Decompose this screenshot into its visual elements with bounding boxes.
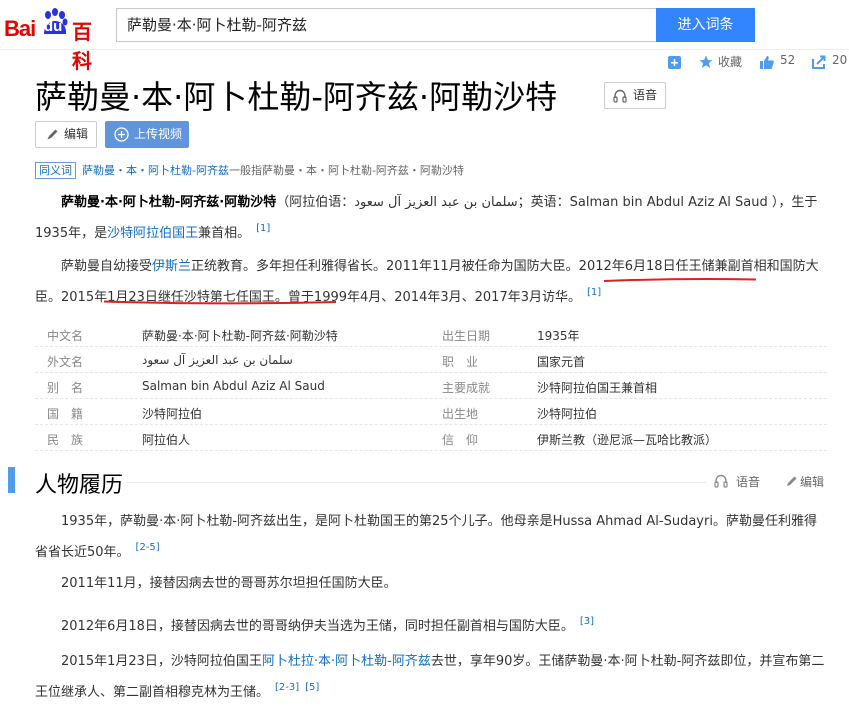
like-count: 52 bbox=[780, 53, 796, 67]
info-value: 1935年 bbox=[537, 329, 580, 343]
synonym-line: 同义词 萨勒曼・本・阿卜杜勒-阿齐兹一般指萨勒曼・本・阿卜杜勒-阿齐兹・阿勒沙特 bbox=[35, 162, 464, 179]
thumbs-up-icon bbox=[760, 56, 774, 69]
star-icon bbox=[699, 55, 713, 68]
voice-label: 语音 bbox=[633, 88, 658, 102]
section-voice-button[interactable]: 语音 bbox=[714, 473, 760, 490]
info-value: 萨勒曼·本·阿卜杜勒-阿齐兹·阿勒沙特 bbox=[142, 329, 338, 343]
page-title: 萨勒曼·本·阿卜杜勒-阿齐兹·阿勒沙特 bbox=[35, 78, 558, 116]
info-value: 国家元首 bbox=[537, 355, 586, 369]
intro-bold-name: 萨勒曼·本·阿卜杜勒-阿齐兹·阿勒沙特 bbox=[61, 195, 277, 210]
logo-text-bai: Bai bbox=[4, 16, 36, 41]
search-button[interactable]: 进入词条 bbox=[656, 8, 755, 42]
history-text: 2015年1月23日，沙特阿拉伯国王 bbox=[61, 654, 262, 669]
search-input[interactable]: 萨勒曼·本·阿卜杜勒-阿齐兹 bbox=[116, 8, 656, 42]
info-row: 中文名 萨勒曼·本·阿卜杜勒-阿齐兹·阿勒沙特 出生日期 1935年 bbox=[35, 321, 827, 347]
highlighted-text: 2012年6月18日任王储 bbox=[578, 259, 715, 274]
reference-link[interactable]: [2-5] bbox=[136, 542, 160, 553]
reference-link[interactable]: [5] bbox=[305, 682, 319, 693]
intro-paragraph-1: 萨勒曼·本·阿卜杜勒-阿齐兹·阿勒沙特（阿拉伯语：سلمان بن عبد ال… bbox=[35, 190, 825, 247]
history-paragraph-2: 2011年11月，接替因病去世的哥哥苏尔坦担任国防大臣。 bbox=[35, 571, 825, 597]
add-button[interactable] bbox=[668, 55, 682, 75]
headphones-icon bbox=[714, 474, 728, 488]
info-label: 民 族 bbox=[47, 433, 84, 447]
info-label: 别 名 bbox=[47, 381, 84, 395]
pencil-icon bbox=[787, 476, 797, 486]
upload-video-button[interactable]: 上传视频 bbox=[105, 121, 189, 148]
synonym-tag[interactable]: 同义词 bbox=[35, 162, 76, 179]
reference-link[interactable]: [2-3] bbox=[275, 682, 299, 693]
history-text: 1935年，萨勒曼·本·阿卜杜勒-阿齐兹出生，是阿卜杜勒国王的第25个儿子。他母… bbox=[35, 514, 817, 560]
info-value[interactable]: 伊斯兰教（逊尼派—瓦哈比教派） bbox=[537, 431, 717, 448]
info-value: سلمان بن عبد العزيز آل سعود bbox=[142, 353, 293, 367]
reference-link[interactable]: [1] bbox=[256, 223, 270, 234]
info-label: 信 仰 bbox=[442, 433, 479, 447]
reference-link[interactable]: [1] bbox=[587, 287, 601, 298]
add-circle-icon bbox=[114, 127, 129, 142]
section-edit-label: 编辑 bbox=[800, 475, 825, 489]
history-text: 2011年11月，接替因病去世的哥哥苏尔坦担任国防大臣。 bbox=[61, 576, 397, 591]
section-divider bbox=[126, 482, 706, 483]
share-button[interactable]: 20 bbox=[812, 53, 849, 73]
like-button[interactable]: 52 bbox=[760, 53, 800, 73]
link-king-abdullah[interactable]: 阿卜杜拉·本·阿卜杜勒-阿齐兹 bbox=[262, 654, 431, 669]
info-label: 国 籍 bbox=[47, 407, 84, 421]
share-icon bbox=[812, 55, 826, 69]
history-paragraph-3: 2012年6月18日，接替因病去世的哥哥纳伊夫当选为王储，同时担任副首相与国防大… bbox=[35, 609, 825, 640]
edit-button[interactable]: 编辑 bbox=[35, 121, 97, 148]
info-value: 阿拉伯人 bbox=[142, 433, 191, 447]
info-label: 职 业 bbox=[442, 355, 479, 369]
plus-icon bbox=[668, 56, 681, 69]
link-islam[interactable]: 伊斯兰 bbox=[152, 259, 191, 274]
info-value[interactable]: 沙特阿拉伯国王兼首相 bbox=[537, 379, 657, 396]
info-row: 外文名 سلمان بن عبد العزيز آل سعود 职 业 国家元首 bbox=[35, 347, 827, 373]
info-label: 中文名 bbox=[47, 329, 84, 343]
intro-text: 兼首相。 bbox=[198, 226, 251, 241]
info-label: 出生地 bbox=[442, 407, 479, 421]
top-bar: Bai du 百科 萨勒曼·本·阿卜杜勒-阿齐兹 进入词条 bbox=[0, 0, 849, 73]
info-value[interactable]: 沙特阿拉伯 bbox=[142, 405, 202, 422]
info-label: 主要成就 bbox=[442, 381, 491, 395]
red-underline-mark bbox=[604, 278, 756, 282]
header-divider bbox=[0, 49, 849, 50]
info-row: 别 名 Salman bin Abdul Aziz Al Saud 主要成就 沙特阿拉… bbox=[35, 373, 827, 399]
share-count: 20 bbox=[832, 53, 848, 67]
info-row: 国 籍 沙特阿拉伯 出生地 沙特阿拉伯 bbox=[35, 399, 827, 425]
intro-text: 正统教育。多年担任利雅得省长。2011年11月被任命为国防大臣。 bbox=[191, 259, 579, 274]
red-underline-mark bbox=[104, 300, 336, 305]
baidu-baike-logo[interactable]: Bai du 百科 bbox=[4, 6, 108, 73]
basic-info-table: 中文名 萨勒曼·本·阿卜杜勒-阿齐兹·阿勒沙特 出生日期 1935年外文名 سلمان … bbox=[35, 321, 827, 451]
synonym-text: 一般指萨勒曼・本・阿卜杜勒-阿齐兹・阿勒沙特 bbox=[228, 164, 464, 177]
info-value: Salman bin Abdul Aziz Al Saud bbox=[142, 379, 325, 393]
intro-text: 萨勒曼自幼接受 bbox=[61, 259, 153, 274]
info-value: 沙特阿拉伯 bbox=[537, 407, 598, 421]
section-marker bbox=[8, 467, 15, 493]
favorite-button[interactable]: 收藏 bbox=[699, 53, 747, 73]
logo-text-baike: 百科 bbox=[72, 20, 92, 73]
history-paragraph-4: 2015年1月23日，沙特阿拉伯国王阿卜杜拉·本·阿卜杜勒-阿齐兹去世，享年90… bbox=[35, 649, 825, 706]
edit-label: 编辑 bbox=[64, 127, 89, 141]
upload-label: 上传视频 bbox=[134, 127, 183, 141]
link-saudi-king[interactable]: 沙特阿拉伯国王 bbox=[107, 226, 198, 241]
section-title: 人物履历 bbox=[35, 473, 124, 498]
reference-link[interactable]: [3] bbox=[580, 616, 594, 627]
info-row: 民 族 阿拉伯人 信 仰 伊斯兰教（逊尼派—瓦哈比教派） bbox=[35, 425, 827, 451]
favorite-label: 收藏 bbox=[718, 55, 743, 69]
section-edit-button[interactable]: 编辑 bbox=[785, 473, 824, 490]
pencil-icon bbox=[47, 129, 58, 140]
info-label: 出生日期 bbox=[442, 329, 491, 343]
headphones-icon bbox=[613, 89, 627, 103]
history-paragraph-1: 1935年，萨勒曼·本·阿卜杜勒-阿齐兹出生，是阿卜杜勒国王的第25个儿子。他母… bbox=[35, 509, 825, 566]
voice-button[interactable]: 语音 bbox=[604, 82, 666, 109]
logo-text-du: du bbox=[44, 18, 63, 35]
synonym-link[interactable]: 萨勒曼・本・阿卜杜勒-阿齐兹 bbox=[82, 164, 229, 177]
history-text: 2012年6月18日，接替因病去世的哥哥纳伊夫当选为王储，同时担任副首相与国防大… bbox=[61, 619, 574, 634]
info-label: 外文名 bbox=[47, 355, 84, 369]
section-voice-label: 语音 bbox=[736, 475, 761, 489]
